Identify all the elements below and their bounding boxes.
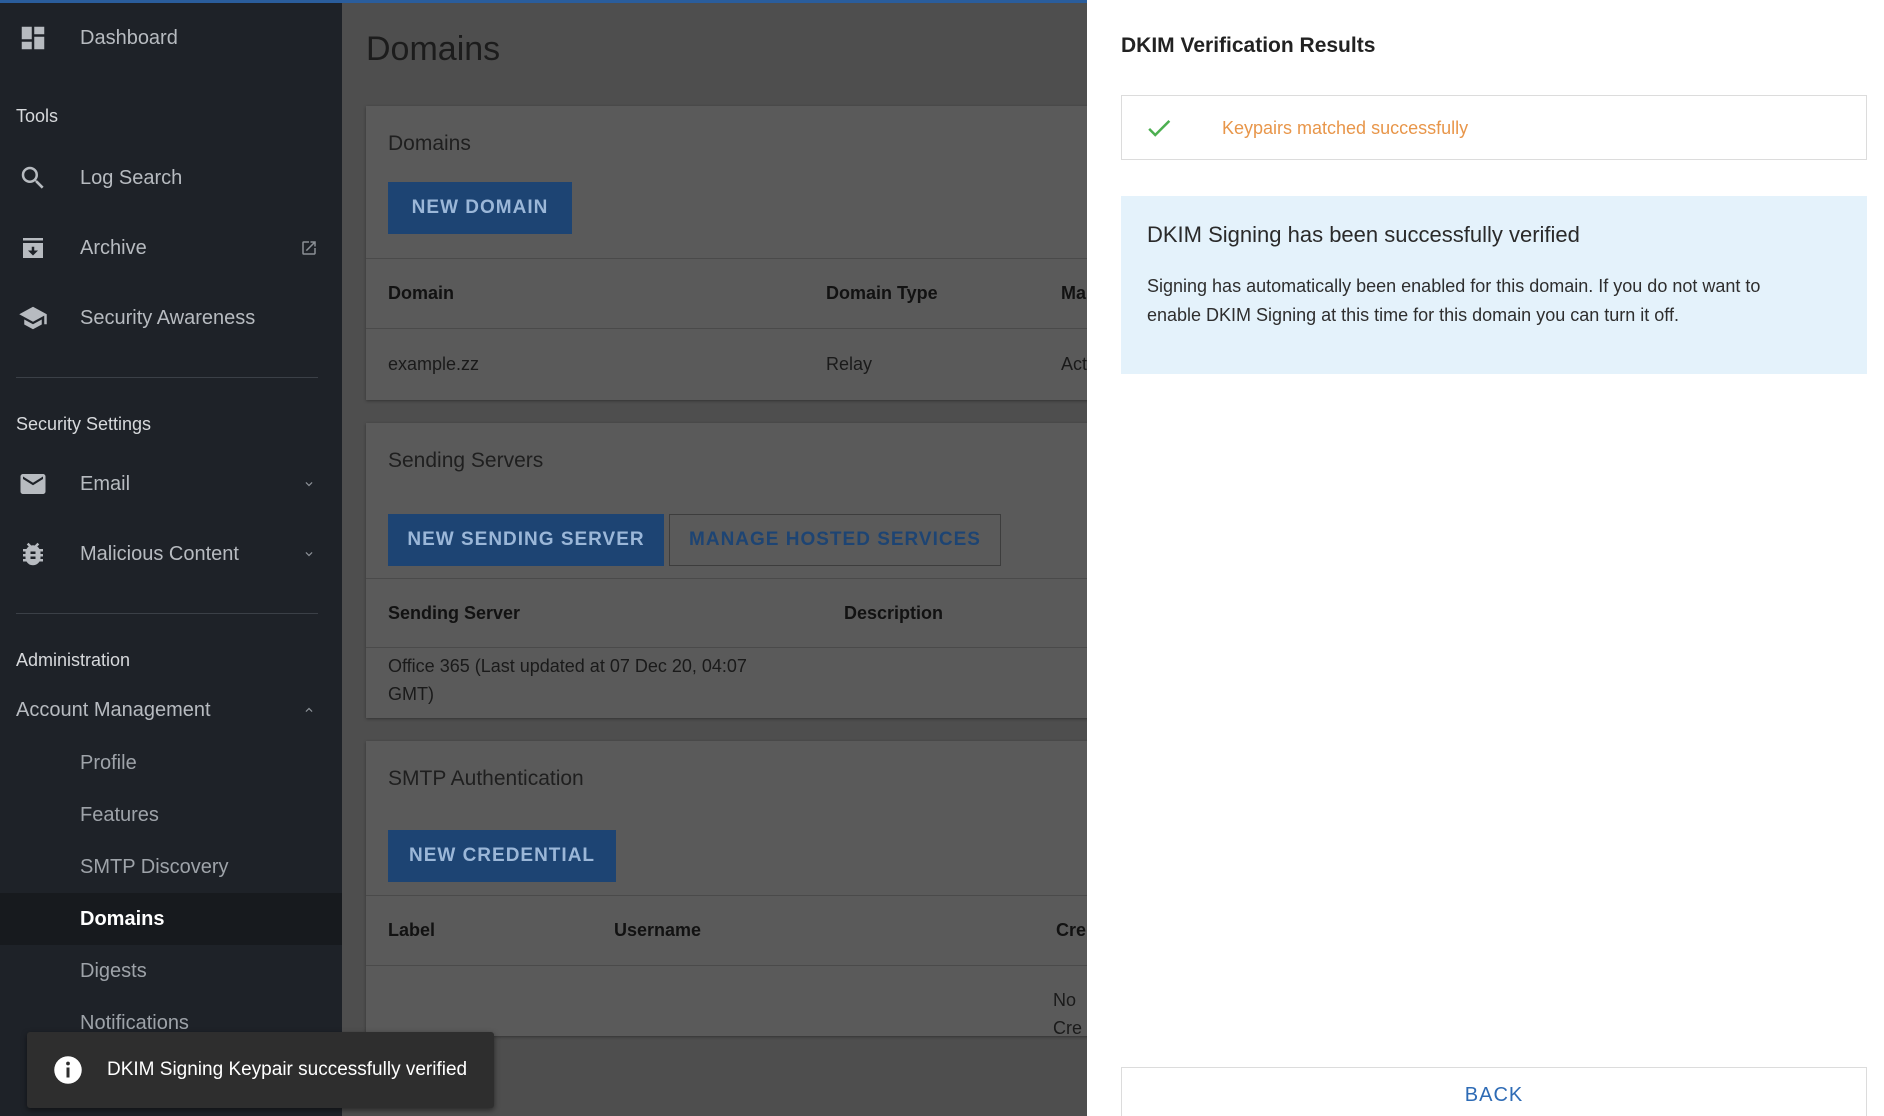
sidebar-divider [16, 377, 318, 378]
chevron-down-icon [305, 482, 313, 487]
sidebar: Dashboard Tools Log Search Archive Secur… [0, 0, 342, 1116]
graduation-cap-icon [19, 306, 47, 330]
top-accent-bar [0, 0, 1087, 3]
sidebar-item-features[interactable]: Features [0, 789, 342, 841]
nav-security-awareness-label: Security Awareness [80, 306, 256, 329]
dashboard-icon [21, 26, 45, 50]
snackbar-message: DKIM Signing Keypair successfully verifi… [107, 1059, 468, 1080]
domains-card: Domains NEW DOMAIN Domain Domain Type Ma… [366, 106, 1106, 400]
domain-cell[interactable]: example.zz [388, 350, 479, 378]
bug-icon [23, 542, 43, 566]
nav-account-management-label: Account Management [16, 698, 211, 721]
domains-card-title: Domains [388, 132, 471, 155]
domain-type-cell: Relay [826, 354, 873, 374]
alert-body-line2: enable DKIM Signing at this time for thi… [1147, 305, 1679, 325]
column-header-domain: Domain [388, 283, 455, 303]
success-alert: DKIM Signing has been successfully verif… [1121, 196, 1867, 374]
alert-body: Signing has automatically been enabled f… [1147, 272, 1837, 330]
check-icon [1148, 119, 1171, 137]
verification-result-row: Keypairs matched successfully [1121, 95, 1867, 160]
administration-section-title: Administration [16, 650, 131, 670]
column-header-truncated: Cre [1056, 920, 1087, 940]
sending-servers-card: Sending Servers NEW SENDING SERVER MANAG… [366, 423, 1106, 718]
smtp-authentication-card: SMTP Authentication NEW CREDENTIAL Label… [366, 741, 1106, 1038]
sidebar-item-domains[interactable]: Domains [0, 893, 342, 945]
sidebar-item-label: Features [80, 803, 159, 826]
sidebar-item-profile[interactable]: Profile [0, 737, 342, 789]
new-credential-button[interactable]: NEW CREDENTIAL [388, 830, 616, 882]
column-header-truncated: Ma [1061, 283, 1087, 303]
sidebar-item-label: Digests [80, 959, 147, 982]
table-divider [366, 328, 1106, 329]
nav-malicious-content[interactable]: Malicious Content [0, 526, 342, 582]
nav-dashboard-label: Dashboard [80, 26, 178, 49]
new-sending-server-button[interactable]: NEW SENDING SERVER [388, 514, 664, 566]
tools-section-title: Tools [16, 106, 59, 126]
nav-log-search[interactable]: Log Search [0, 150, 342, 206]
column-header-sending-server: Sending Server [388, 603, 521, 623]
sending-servers-card-title: Sending Servers [388, 449, 544, 472]
chevron-up-icon [305, 707, 313, 712]
nav-dashboard[interactable]: Dashboard [0, 10, 342, 66]
nav-email[interactable]: Email [0, 456, 342, 512]
sidebar-item-digests[interactable]: Digests [0, 945, 342, 997]
page-title: Domains [366, 30, 501, 68]
sending-server-cell-line2: GMT) [388, 684, 434, 704]
chevron-down-icon [305, 552, 313, 557]
alert-heading: DKIM Signing has been successfully verif… [1147, 222, 1580, 247]
sidebar-divider [16, 613, 318, 614]
manage-hosted-services-button[interactable]: MANAGE HOSTED SERVICES [669, 514, 1001, 566]
search-icon [21, 166, 44, 189]
nav-account-management[interactable]: Account Management [0, 682, 342, 738]
panel-title: DKIM Verification Results [1121, 34, 1376, 57]
table-divider [366, 965, 1106, 966]
nav-archive[interactable]: Archive [0, 220, 342, 276]
snackbar: DKIM Signing Keypair successfully verifi… [27, 1032, 494, 1108]
verification-result-text: Keypairs matched successfully [1222, 118, 1469, 138]
table-divider [366, 647, 1106, 648]
archive-icon [23, 238, 43, 258]
main-content: Domains Domains NEW DOMAIN Domain Domain… [342, 0, 1106, 1116]
dkim-verification-panel: DKIM Verification Results Keypairs match… [1087, 0, 1884, 1116]
column-header-description: Description [844, 603, 944, 623]
column-header-domain-type: Domain Type [826, 283, 938, 303]
nav-log-search-label: Log Search [80, 166, 183, 189]
sidebar-item-label: Domains [80, 907, 165, 930]
truncated-cell: Act [1061, 354, 1088, 374]
table-divider [366, 578, 1106, 579]
new-domain-button[interactable]: NEW DOMAIN [388, 182, 572, 234]
mail-icon [20, 474, 46, 494]
column-header-username: Username [614, 920, 702, 940]
back-button[interactable]: BACK [1121, 1067, 1867, 1116]
nav-malicious-content-label: Malicious Content [80, 542, 239, 565]
external-link-icon [302, 241, 316, 255]
security-settings-section-title: Security Settings [16, 414, 152, 434]
smtp-card-title: SMTP Authentication [388, 767, 584, 790]
sidebar-item-label: Profile [80, 751, 137, 774]
table-divider [366, 258, 1106, 259]
sidebar-item-label: SMTP Discovery [80, 855, 229, 878]
nav-email-label: Email [80, 472, 131, 495]
info-icon [54, 1056, 82, 1084]
column-header-label: Label [388, 920, 436, 940]
sidebar-item-smtp-discovery[interactable]: SMTP Discovery [0, 841, 342, 893]
nav-security-awareness[interactable]: Security Awareness [0, 290, 342, 346]
table-divider [366, 895, 1106, 896]
nav-archive-label: Archive [80, 236, 147, 259]
alert-body-line1: Signing has automatically been enabled f… [1147, 276, 1761, 296]
sending-server-cell-line1: Office 365 (Last updated at 07 Dec 20, 0… [388, 656, 747, 676]
